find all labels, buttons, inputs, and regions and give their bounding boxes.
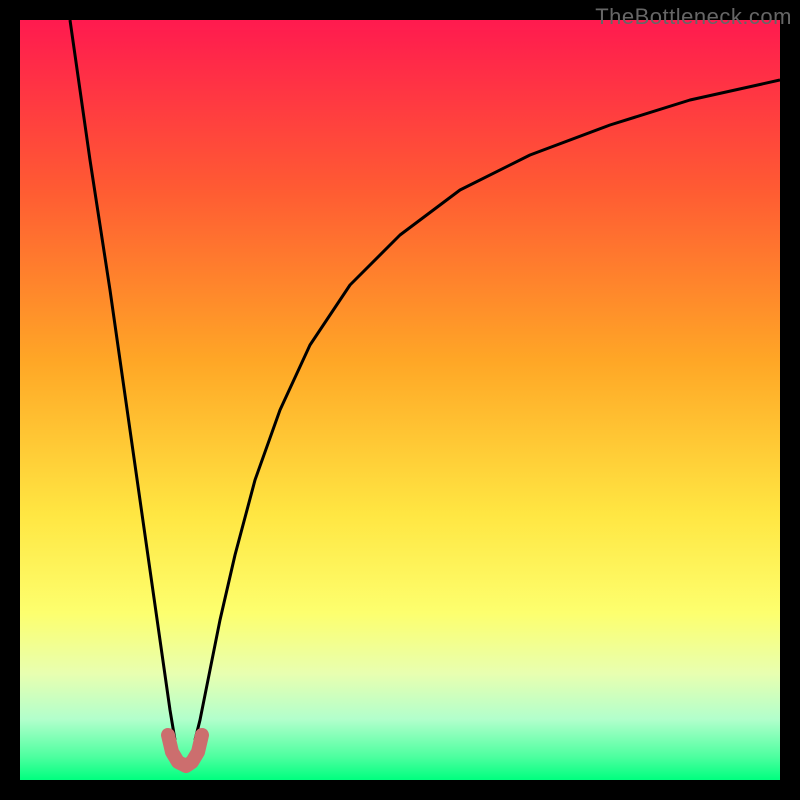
chart-svg — [20, 20, 780, 780]
watermark-text: TheBottleneck.com — [595, 4, 792, 30]
chart-plot-area — [20, 20, 780, 780]
chart-background — [20, 20, 780, 780]
